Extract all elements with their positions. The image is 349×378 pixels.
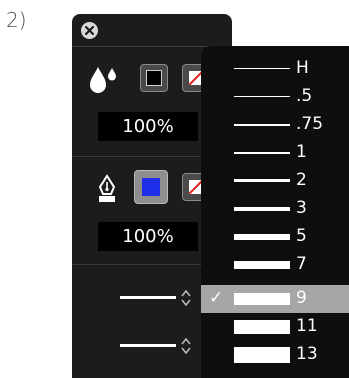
drops-icon (90, 67, 116, 93)
stroke-sample (234, 207, 290, 211)
close-icon (85, 26, 94, 35)
fill-color-swatch[interactable] (140, 64, 168, 92)
stroke-sample (234, 293, 290, 305)
menu-item-11[interactable]: 11 (201, 313, 349, 341)
menu-item-label: 1 (296, 142, 307, 162)
menu-item-label: .5 (296, 86, 313, 106)
close-button[interactable] (81, 22, 98, 39)
menu-item-9[interactable]: ✓ 9 (201, 285, 349, 313)
menu-item-13[interactable]: 13 (201, 341, 349, 369)
menu-item-label: .75 (296, 114, 324, 134)
menu-item-2[interactable]: 2 (201, 167, 349, 195)
stroke-opacity-field[interactable]: 100% (98, 222, 198, 251)
pen-nib-icon (98, 174, 116, 202)
menu-item-label: H (296, 58, 309, 78)
stroke-color-chip (142, 178, 160, 196)
menu-item-3[interactable]: 3 (201, 195, 349, 223)
menu-item-0-5[interactable]: .5 (201, 83, 349, 111)
menu-item-label: 13 (296, 344, 318, 364)
step-label: 2) (6, 8, 27, 32)
stroke-width-picker[interactable] (120, 288, 200, 308)
menu-item-h[interactable]: H (201, 55, 349, 83)
menu-item-7[interactable]: 7 (201, 251, 349, 279)
menu-item-label: 2 (296, 170, 307, 190)
stroke-sample (234, 261, 290, 269)
fill-color-chip (146, 70, 162, 86)
menu-item-5[interactable]: 5 (201, 223, 349, 251)
stroke-width-menu: H .5 .75 1 2 3 5 7 ✓ 9 11 13 (201, 46, 349, 378)
menu-item-1[interactable]: 1 (201, 139, 349, 167)
chevron-updown-icon (181, 337, 191, 355)
menu-item-label: 3 (296, 198, 307, 218)
stroke-style-sample (120, 344, 176, 347)
stroke-sample (234, 179, 290, 182)
stroke-sample (234, 152, 290, 154)
stroke-style-picker[interactable] (120, 336, 200, 356)
stroke-sample (234, 234, 290, 240)
stroke-sample (234, 96, 290, 97)
menu-item-label: 7 (296, 254, 307, 274)
checkmark-icon: ✓ (209, 288, 224, 308)
menu-item-label: 9 (296, 288, 307, 308)
stroke-sample (234, 124, 290, 126)
stroke-sample (234, 320, 290, 334)
fill-opacity-field[interactable]: 100% (98, 112, 198, 141)
stroke-width-sample (120, 296, 176, 299)
menu-item-0-75[interactable]: .75 (201, 111, 349, 139)
stroke-color-swatch[interactable] (134, 170, 168, 204)
menu-item-label: 5 (296, 226, 307, 246)
menu-item-label: 11 (296, 316, 318, 336)
chevron-updown-icon (181, 289, 191, 307)
stroke-sample (234, 68, 290, 69)
stroke-sample (234, 347, 290, 363)
